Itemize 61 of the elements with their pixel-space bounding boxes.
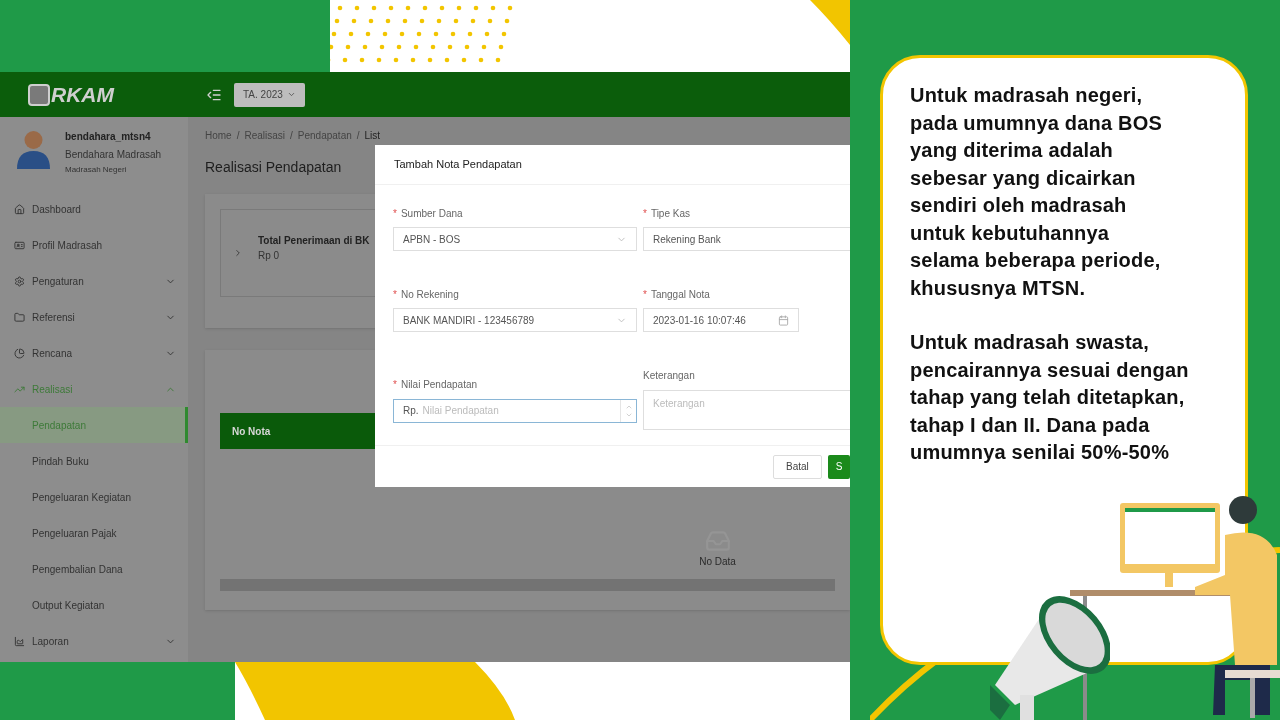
breadcrumb-separator: / bbox=[236, 129, 240, 143]
user-unit: Madrasah Negeri bbox=[65, 164, 128, 176]
required-mark: * bbox=[393, 378, 397, 393]
sidebar-subitem[interactable]: Pengeluaran Kegiatan bbox=[0, 479, 188, 515]
app-logo: RKAM bbox=[51, 81, 114, 108]
year-select[interactable]: TA. 2023 bbox=[234, 82, 305, 107]
sidebar-subitem[interactable]: Pindah Buku bbox=[0, 443, 188, 479]
select-field[interactable]: BANK MANDIRI - 123456789 bbox=[393, 308, 637, 333]
info-paragraph: Untuk madrasah negeri, pada umumnya dana BOS yang diterima adalah sebesar yang dicairkan sendiri oleh madrasah untuk kebutuhannya selama beberapa periode, khususnya MTSN. bbox=[910, 83, 1164, 301]
breadcrumb-item[interactable]: Realisasi bbox=[244, 128, 286, 143]
avatar-icon bbox=[16, 129, 51, 171]
input-field[interactable]: Rekening Bank bbox=[643, 227, 850, 251]
chart-icon bbox=[14, 635, 25, 647]
home-icon bbox=[14, 203, 25, 215]
sidebar-item[interactable]: Rencana bbox=[0, 335, 188, 371]
gear-icon bbox=[14, 275, 25, 287]
submit-button[interactable]: S bbox=[827, 454, 850, 479]
page-title: Realisasi Pendapatan bbox=[205, 158, 342, 177]
breadcrumb-separator: / bbox=[356, 129, 360, 143]
sidebar-item[interactable]: Dashboard bbox=[0, 191, 188, 227]
sidebar-item[interactable]: Referensi bbox=[0, 299, 188, 335]
folder-icon bbox=[14, 311, 25, 323]
breadcrumb-item[interactable]: Home bbox=[205, 128, 232, 143]
summary-label: Total Penerimaan di BK bbox=[258, 234, 370, 248]
sidebar-subitem[interactable]: Output Kegiatan bbox=[0, 587, 188, 623]
required-mark: * bbox=[393, 206, 397, 221]
required-mark: * bbox=[643, 206, 647, 221]
column-header: No Nota bbox=[232, 424, 271, 439]
sidebar-subitem[interactable]: Pengeluaran Pajak bbox=[0, 515, 188, 551]
logo-icon bbox=[28, 83, 50, 106]
cancel-button[interactable]: Batal bbox=[773, 454, 822, 479]
calendar-icon bbox=[778, 314, 789, 326]
breadcrumb-item: List bbox=[364, 129, 381, 143]
chevron-down-icon bbox=[286, 90, 296, 99]
field-label: Nilai Pendapatan bbox=[400, 378, 478, 393]
pie-chart-icon bbox=[14, 347, 25, 359]
required-mark: * bbox=[393, 287, 397, 302]
id-card-icon bbox=[14, 239, 25, 251]
expand-icon[interactable] bbox=[233, 248, 243, 258]
sidebar-item[interactable]: Laporan bbox=[0, 623, 188, 659]
textarea-field[interactable]: Keterangan bbox=[643, 389, 850, 430]
field-label: Sumber Dana bbox=[400, 206, 463, 221]
empty-text: No Data bbox=[699, 555, 736, 569]
field-label: No Rekening bbox=[400, 287, 459, 302]
required-mark: * bbox=[643, 287, 647, 302]
modal-title: Tambah Nota Pendapatan bbox=[394, 157, 522, 173]
summary-value: Rp 0 bbox=[258, 249, 281, 263]
user-name: bendahara_mtsn4 bbox=[65, 130, 152, 144]
sidebar-item[interactable]: Pengaturan bbox=[0, 263, 188, 299]
user-role: Bendahara Madrasah bbox=[65, 148, 162, 162]
field-label: Tanggal Nota bbox=[650, 287, 710, 302]
select-field[interactable]: APBN - BOS bbox=[393, 227, 637, 251]
sidebar-item[interactable]: Profil Madrasah bbox=[0, 227, 188, 263]
field-label: Tipe Kas bbox=[650, 206, 690, 221]
date-field[interactable]: 2023-01-16 10:07:46 bbox=[643, 308, 799, 333]
breadcrumb-item[interactable]: Pendapatan bbox=[297, 128, 352, 143]
field-label: Keterangan bbox=[643, 369, 695, 384]
info-paragraph: Untuk madrasah swasta, pencairannya sesuai dengan tahap yang telah ditetapkan, tahap I dan II. Dana pada umumnya senilai 50%-50% bbox=[910, 330, 1190, 465]
sidebar-subitem[interactable]: Pengembalian Dana bbox=[0, 551, 188, 587]
input-field[interactable]: Rp. Nilai Pendapatan bbox=[393, 398, 637, 423]
breadcrumb-separator: / bbox=[290, 129, 293, 143]
